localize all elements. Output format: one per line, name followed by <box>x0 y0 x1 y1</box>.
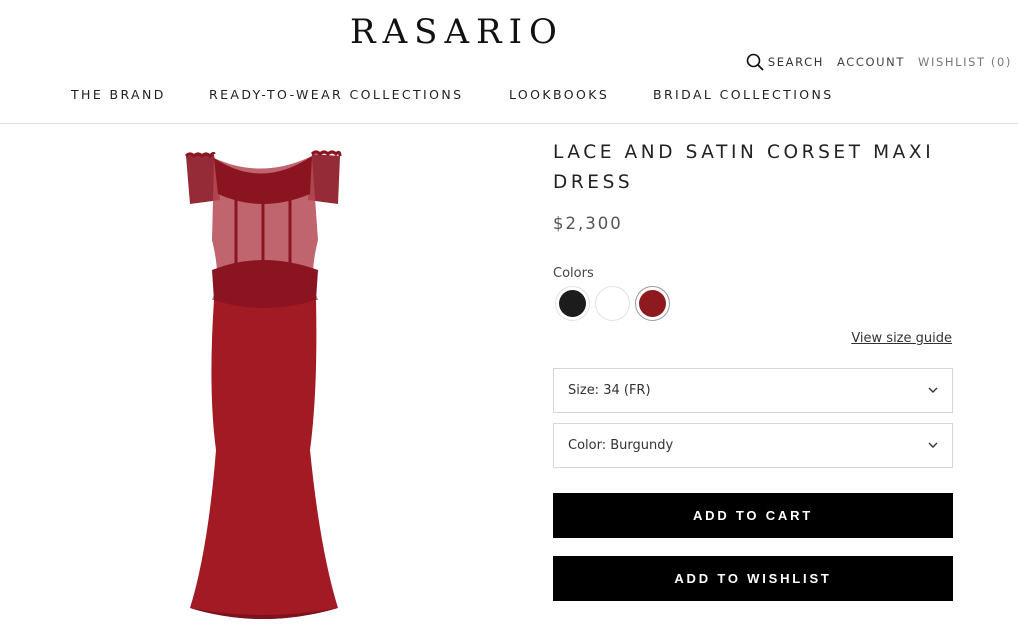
search-icon <box>746 53 764 71</box>
swatch-black-dot <box>559 290 586 317</box>
nav-item-ready-to-wear[interactable]: READY-TO-WEAR COLLECTIONS <box>209 86 463 104</box>
color-select-value: Color: Burgundy <box>568 438 674 453</box>
color-select[interactable]: Color: Burgundy <box>553 423 953 468</box>
search-link[interactable]: SEARCH <box>746 53 824 71</box>
size-select[interactable]: Size: 34 (FR) <box>553 368 953 413</box>
product-price: $2,300 <box>553 214 623 233</box>
swatch-burgundy-dot <box>639 290 666 317</box>
account-link[interactable]: ACCOUNT <box>837 55 905 69</box>
add-to-wishlist-button[interactable]: ADD TO WISHLIST <box>553 556 953 601</box>
product-title: LACE AND SATIN CORSET MAXI DRESS <box>553 142 935 193</box>
search-label: SEARCH <box>767 55 824 69</box>
nav-item-bridal-collections[interactable]: BRIDAL COLLECTIONS <box>653 86 834 104</box>
chevron-down-icon <box>928 387 938 393</box>
product-image[interactable] <box>150 130 390 638</box>
swatch-burgundy[interactable] <box>635 286 670 321</box>
nav-item-lookbooks[interactable]: LOOKBOOKS <box>509 86 609 104</box>
swatch-black[interactable] <box>555 286 590 321</box>
chevron-down-icon <box>928 442 938 448</box>
swatch-white-dot <box>599 290 626 317</box>
swatch-white[interactable] <box>595 286 630 321</box>
size-select-value: Size: 34 (FR) <box>568 383 651 398</box>
colors-label: Colors <box>553 266 594 281</box>
color-swatches <box>555 286 675 321</box>
header-utility-links: SEARCH ACCOUNT WISHLIST (0) <box>746 53 1012 71</box>
wishlist-link[interactable]: WISHLIST (0) <box>918 55 1012 69</box>
size-guide-link[interactable]: View size guide <box>851 331 952 346</box>
add-to-cart-button[interactable]: ADD TO CART <box>553 493 953 538</box>
brand-logo[interactable]: RASARIO <box>350 10 557 54</box>
main-nav: THE BRAND READY-TO-WEAR COLLECTIONS LOOK… <box>0 86 900 104</box>
header-divider <box>0 123 1018 124</box>
nav-item-the-brand[interactable]: THE BRAND <box>71 86 166 104</box>
